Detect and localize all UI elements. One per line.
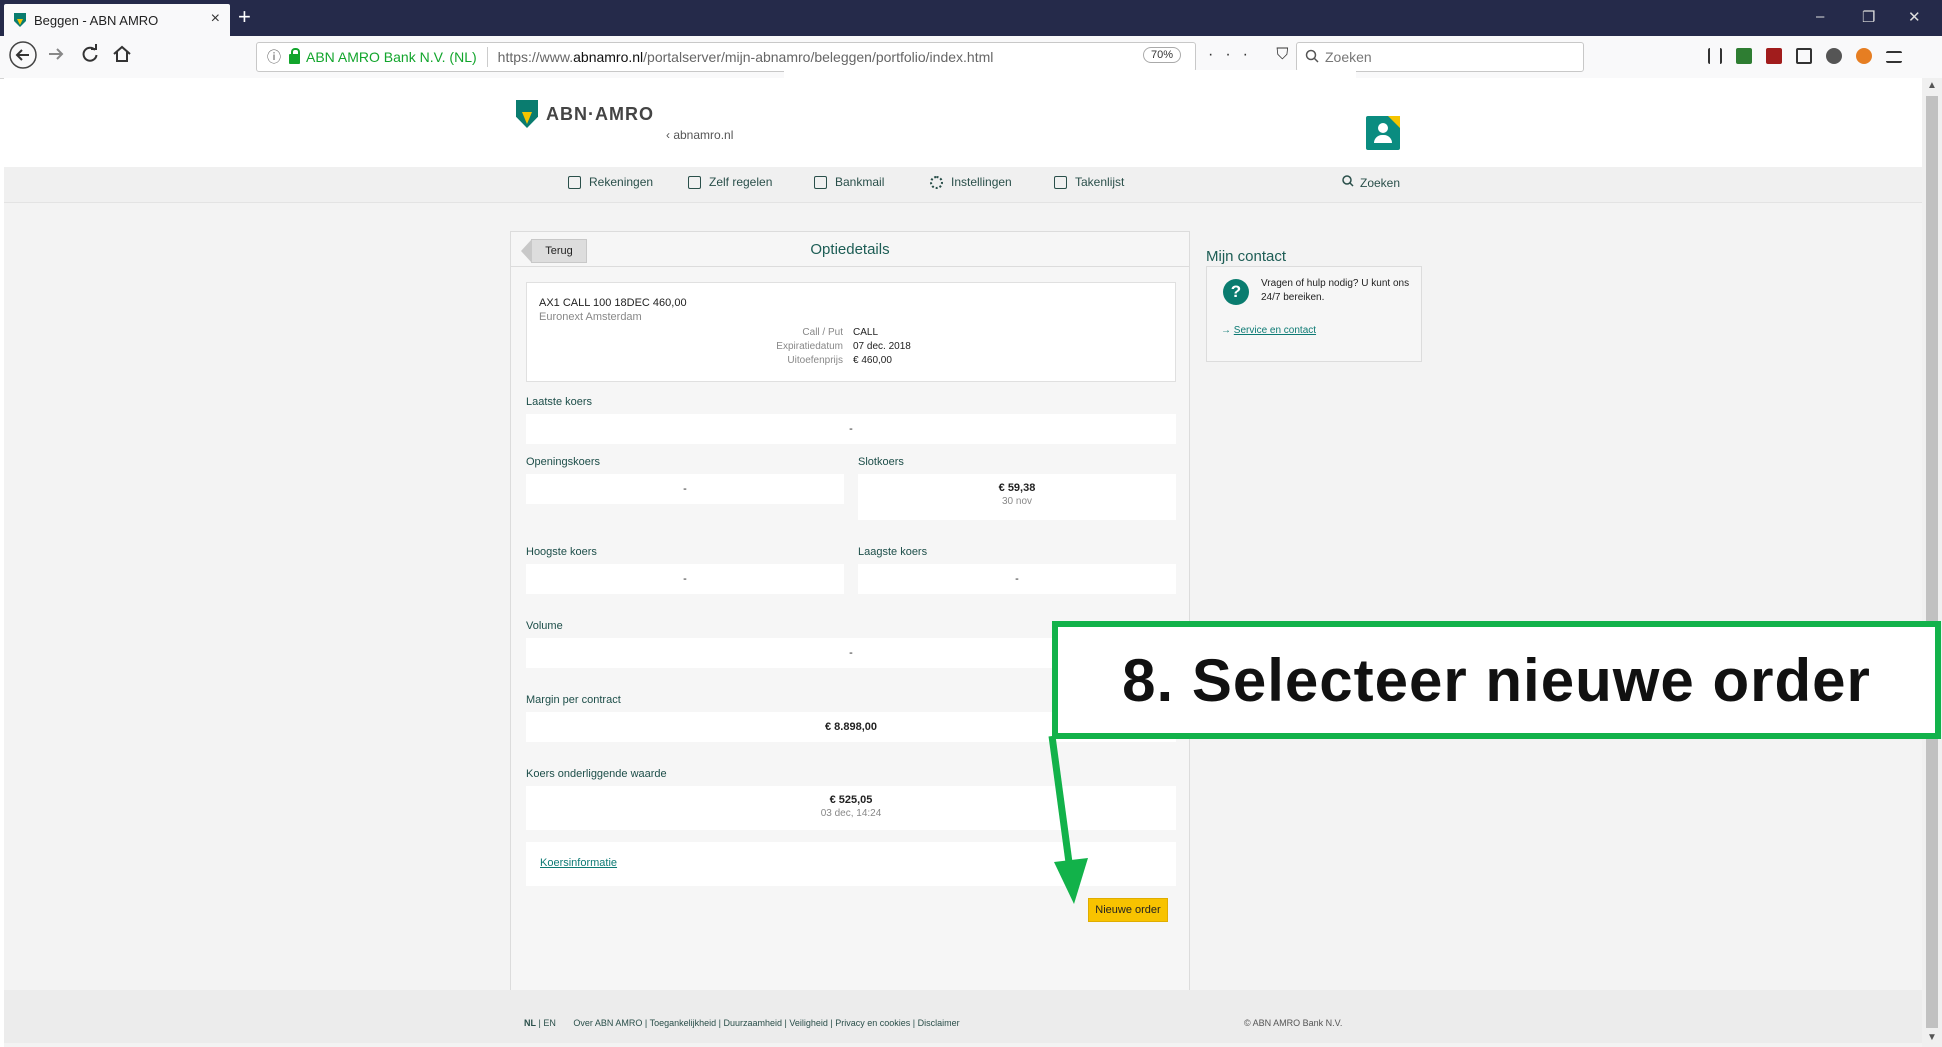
openingskoers-value: - xyxy=(526,474,844,504)
menu-item-instellingen[interactable]: Instellingen xyxy=(930,175,1012,189)
address-bar[interactable]: ⓘ ABN AMRO Bank N.V. (NL) https://www.ab… xyxy=(256,42,1196,72)
menu-item-takenlijst[interactable]: Takenlijst xyxy=(1054,175,1124,189)
sidebar-icon[interactable] xyxy=(1796,48,1812,64)
footer-link[interactable]: Veiligheid xyxy=(789,1018,828,1028)
profile-avatar[interactable] xyxy=(1366,116,1400,150)
laatste-koers-value: - xyxy=(526,414,1176,444)
menu-icon[interactable] xyxy=(1886,51,1902,63)
koersinformatie-link[interactable]: Koersinformatie xyxy=(540,857,617,869)
slotkoers-label: Slotkoers xyxy=(858,456,904,468)
lock-icon[interactable] xyxy=(289,48,300,64)
back-to-abnamro-link[interactable]: ‹ abnamro.nl xyxy=(666,128,733,142)
footer-link[interactable]: Toegankelijkheid xyxy=(650,1018,717,1028)
back-icon[interactable] xyxy=(8,40,38,76)
abn-amro-favicon-icon xyxy=(14,13,26,27)
browser-tab[interactable]: Beggen - ABN AMRO × xyxy=(4,4,230,36)
browser-search-field[interactable]: Zoeken xyxy=(1296,42,1584,72)
minimize-icon[interactable]: – xyxy=(1816,8,1824,25)
ublock-icon[interactable] xyxy=(1766,48,1782,64)
slotkoers-date: 30 nov xyxy=(1001,496,1033,507)
menu-item-rekeningen[interactable]: Rekeningen xyxy=(568,175,653,189)
page-scrollbar[interactable]: ▲ ▼ xyxy=(1922,78,1942,1047)
edit-icon xyxy=(688,175,701,189)
home-icon[interactable] xyxy=(112,44,132,70)
scroll-up-icon[interactable]: ▲ xyxy=(1927,80,1937,91)
instrument-info: AX1 CALL 100 18DEC 460,00 Euronext Amste… xyxy=(526,282,1176,382)
menu-item-zelf-regelen[interactable]: Zelf regelen xyxy=(688,175,772,189)
help-question-icon: ? xyxy=(1223,279,1249,305)
slotkoers-box: € 59,38 30 nov xyxy=(858,474,1176,520)
laagste-koers-value: - xyxy=(858,564,1176,594)
instruction-annotation: 8. Selecteer nieuwe order xyxy=(1052,621,1941,739)
mail-icon xyxy=(814,175,827,189)
copyright: © ABN AMRO Bank N.V. xyxy=(1244,1018,1343,1028)
hoogste-koers-value: - xyxy=(526,564,844,594)
new-tab-button[interactable]: + xyxy=(238,4,251,30)
forward-icon[interactable] xyxy=(46,44,66,70)
scroll-down-icon[interactable]: ▼ xyxy=(1927,1032,1937,1043)
margin-label: Margin per contract xyxy=(526,694,621,706)
checklist-icon xyxy=(1054,175,1067,189)
service-contact-link[interactable]: → Service en contact xyxy=(1221,325,1316,336)
footer-link[interactable]: Privacy en cookies xyxy=(835,1018,910,1028)
instrument-name: AX1 CALL 100 18DEC 460,00 xyxy=(539,297,687,309)
tab-title: Beggen - ABN AMRO xyxy=(34,12,159,28)
footer-link[interactable]: Over ABN AMRO xyxy=(573,1018,642,1028)
search-icon xyxy=(1305,49,1319,66)
laatste-koers-label: Laatste koers xyxy=(526,396,593,408)
browser-tab-bar: Beggen - ABN AMRO × + – ❐ ✕ xyxy=(0,0,1942,36)
menu-item-bankmail[interactable]: Bankmail xyxy=(814,175,884,189)
laagste-koers-label: Laagste koers xyxy=(858,546,928,558)
lang-en[interactable]: EN xyxy=(543,1018,556,1028)
addon-icon[interactable] xyxy=(1856,48,1872,64)
menu-search[interactable]: Zoeken xyxy=(1342,175,1400,190)
footer-link[interactable]: Disclaimer xyxy=(918,1018,960,1028)
search-icon xyxy=(1342,175,1354,190)
arrow-right-icon: → xyxy=(1221,325,1234,336)
abn-amro-shield-icon xyxy=(516,100,538,128)
page: ABN·AMRO ‹ abnamro.nl Rekeningen Zelf re… xyxy=(4,70,1922,1047)
annotation-arrow-icon xyxy=(1048,735,1088,904)
contact-box: ? Vragen of hulp nodig? U kunt ons 24/7 … xyxy=(1206,266,1422,362)
scrollbar-thumb[interactable] xyxy=(1926,96,1938,1028)
search-placeholder: Zoeken xyxy=(1325,49,1372,65)
main-menu: Rekeningen Zelf regelen Bankmail Instell… xyxy=(4,167,1922,203)
site-identity: ABN AMRO Bank N.V. (NL) xyxy=(306,49,477,65)
restore-icon[interactable]: ❐ xyxy=(1862,8,1875,26)
extension-icon[interactable] xyxy=(1736,48,1752,64)
new-order-button[interactable]: Nieuwe order xyxy=(1088,898,1168,922)
openingskoers-label: Openingskoers xyxy=(526,456,600,468)
footer-links: NL | EN Over ABN AMRO | Toegankelijkheid… xyxy=(524,1018,960,1028)
window-close-icon[interactable]: ✕ xyxy=(1908,8,1921,26)
logo-text: ABN·AMRO xyxy=(546,103,654,124)
account-icon[interactable] xyxy=(1826,48,1842,64)
exchange-name: Euronext Amsterdam xyxy=(539,311,642,323)
onderliggende-waarde-label: Koers onderliggende waarde xyxy=(526,768,667,780)
page-title: Optiedetails xyxy=(810,241,890,258)
footer-link[interactable]: Duurzaamheid xyxy=(723,1018,782,1028)
contact-text: Vragen of hulp nodig? U kunt ons 24/7 be… xyxy=(1261,278,1410,303)
library-icon[interactable] xyxy=(1708,48,1722,64)
site-footer: NL | EN Over ABN AMRO | Toegankelijkheid… xyxy=(4,990,1922,1043)
url-text[interactable]: https://www.abnamro.nl/portalserver/mijn… xyxy=(498,49,994,65)
accounts-icon xyxy=(568,175,581,189)
volume-label: Volume xyxy=(526,620,563,632)
reload-icon[interactable] xyxy=(80,44,100,70)
slotkoers-value: € 59,38 xyxy=(998,482,1036,494)
lang-nl[interactable]: NL xyxy=(524,1018,536,1028)
tab-close-icon[interactable]: × xyxy=(211,10,220,28)
contact-title: Mijn contact xyxy=(1206,248,1287,265)
site-header: ABN·AMRO ‹ abnamro.nl xyxy=(4,70,1922,167)
abn-amro-logo[interactable]: ABN·AMRO xyxy=(516,100,654,128)
gear-icon xyxy=(930,175,943,189)
hoogste-koers-label: Hoogste koers xyxy=(526,546,597,558)
site-info-icon[interactable]: ⓘ xyxy=(267,47,281,67)
card-header: Terug Optiedetails xyxy=(511,232,1189,267)
zoom-level[interactable]: 70% xyxy=(1143,47,1182,63)
toolbar-icons xyxy=(1708,48,1902,64)
